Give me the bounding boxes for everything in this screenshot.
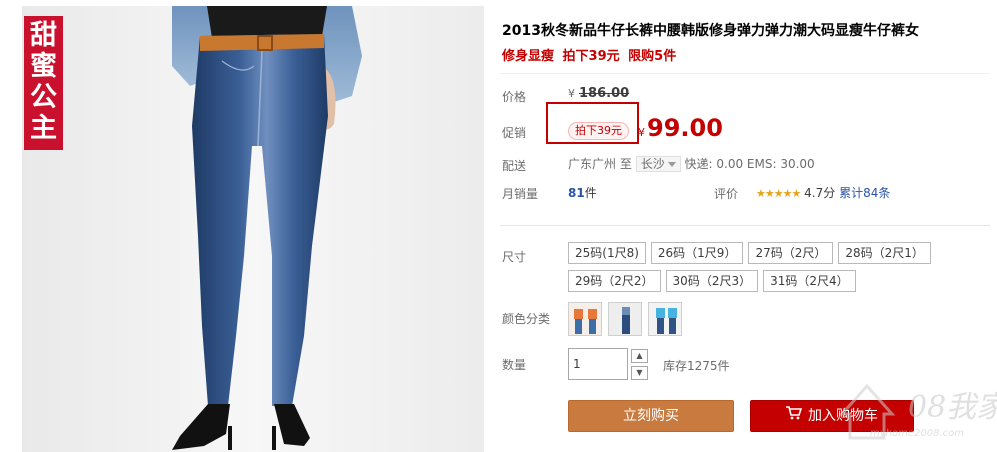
rating-label: 评价 (714, 187, 739, 201)
brand-logo: 甜 蜜 公 主 (24, 16, 63, 150)
shipping-fees: 快递: 0.00 EMS: 30.00 (684, 157, 815, 171)
brand-logo-char: 公 (30, 82, 57, 113)
quantity-label: 数量 (502, 358, 527, 372)
jeans-model-illustration (22, 6, 484, 452)
promo-label: 促销 (502, 126, 527, 140)
divider (500, 225, 990, 226)
shipping-info: 广东广州 至 长沙 快递: 0.00 EMS: 30.00 (568, 155, 815, 172)
arrow-up-icon: ▲ (636, 351, 643, 360)
arrow-down-icon: ▼ (636, 368, 643, 377)
color-label: 颜色分类 (502, 312, 551, 326)
original-price: ¥186.00 (568, 86, 629, 101)
product-subtitle: 修身显瘦 拍下39元 限购5件 (502, 45, 680, 64)
stock-count: 库存1275件 (663, 359, 730, 373)
monthly-sales-label: 月销量 (502, 187, 539, 201)
size-option[interactable]: 30码（2尺3） (665, 270, 759, 292)
size-option[interactable]: 26码（1尺9） (650, 242, 744, 264)
promo-price: ¥99.00 (638, 114, 723, 142)
color-swatch-orange-top[interactable] (568, 302, 602, 336)
size-option[interactable]: 25码(1尺8) (568, 242, 646, 264)
star-rating-icon: ★★★★★ (756, 187, 801, 200)
size-option[interactable]: 28码（2尺1） (838, 242, 931, 264)
promo-price-value: 99.00 (647, 114, 723, 142)
monthly-sales-count: 81 (568, 186, 585, 200)
size-label: 尺寸 (502, 250, 527, 264)
site-watermark: 08我家 myhome2008.com (818, 360, 997, 452)
product-title: 2013秋冬新品牛仔长裤中腰韩版修身弹力弹力潮大码显瘦牛仔裤女 (502, 23, 919, 39)
chevron-down-icon (667, 162, 676, 167)
monthly-sales-unit: 件 (584, 186, 597, 200)
brand-logo-char: 甜 (30, 20, 57, 51)
brand-logo-char: 主 (30, 113, 57, 144)
promo-tag: 拍下39元 (568, 122, 629, 140)
quantity-input[interactable]: 1 (568, 348, 628, 380)
price-label: 价格 (502, 90, 527, 104)
color-options (568, 302, 682, 336)
rating-score: 4.7分 (804, 186, 836, 200)
subtitle-part: 修身显瘦 (502, 49, 555, 64)
size-options-row-2: 29码（2尺2） 30码（2尺3） 31码（2尺4） (568, 270, 856, 292)
buy-now-label: 立刻购买 (623, 408, 679, 424)
buy-now-button[interactable]: 立刻购买 (568, 400, 734, 432)
destination-value: 长沙 (640, 157, 665, 171)
rating-info: ★★★★★ 4.7分 累计84条 (756, 184, 890, 201)
shopping-cart-icon (786, 401, 803, 431)
monthly-sales: 81件 (568, 184, 597, 201)
shipping-from: 广东广州 (568, 157, 617, 171)
size-option[interactable]: 31码（2尺4） (763, 270, 856, 292)
color-swatch-blue-top[interactable] (648, 302, 682, 336)
model-photo-dark-jeans (609, 303, 641, 335)
currency-symbol: ¥ (638, 126, 645, 139)
brand-logo-char: 蜜 (30, 51, 57, 82)
quantity-decrease-button[interactable]: ▼ (631, 366, 648, 380)
subtitle-part: 拍下39元 (562, 49, 620, 64)
destination-select[interactable]: 长沙 (635, 156, 681, 172)
size-options-row-1: 25码(1尺8) 26码（1尺9） 27码（2尺） 28码（2尺1） (568, 242, 931, 264)
size-option[interactable]: 29码（2尺2） (568, 270, 661, 292)
subtitle-part: 限购5件 (628, 49, 677, 64)
currency-symbol: ¥ (568, 87, 575, 100)
color-swatch-dark-jeans[interactable] (608, 302, 642, 336)
watermark-url: myhome2008.com (870, 428, 964, 439)
product-main-image[interactable]: 甜 蜜 公 主 (22, 6, 484, 452)
size-option[interactable]: 27码（2尺） (748, 242, 834, 264)
model-photo-blue-top (649, 303, 681, 335)
shipping-to-word: 至 (619, 157, 632, 171)
review-count-link[interactable]: 累计84条 (839, 186, 890, 200)
quantity-increase-button[interactable]: ▲ (631, 349, 648, 363)
shipping-label: 配送 (502, 159, 527, 173)
watermark-text: 08我家 (908, 390, 997, 425)
original-price-value: 186.00 (579, 86, 630, 101)
model-photo-orange-top (569, 303, 601, 335)
